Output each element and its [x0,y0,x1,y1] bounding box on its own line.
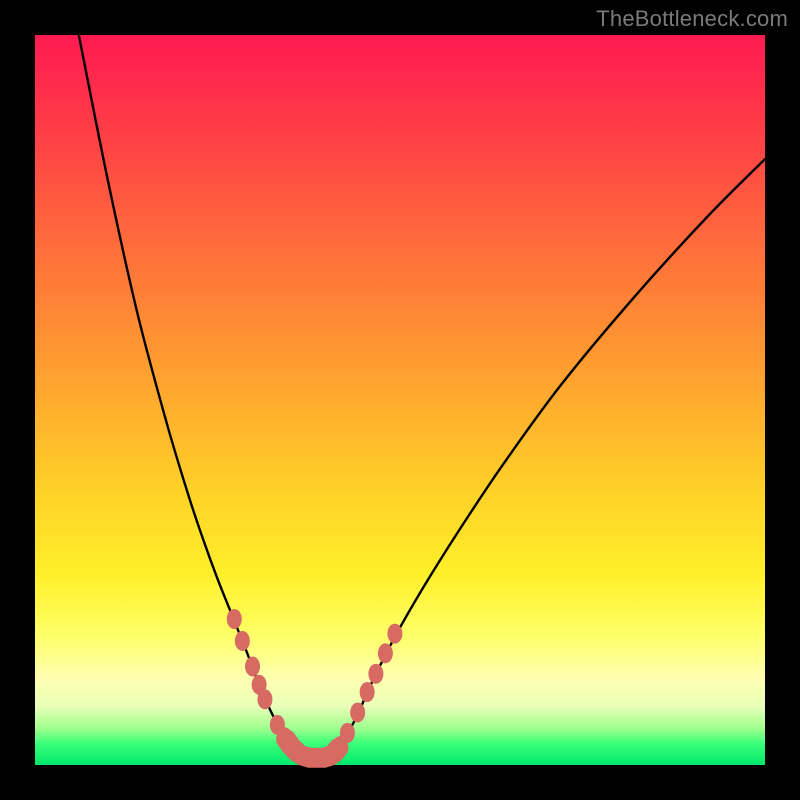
highlight-dot [245,656,260,676]
left-branch-line [79,35,298,758]
curve-svg [35,35,765,765]
highlight-dot [387,624,402,644]
plot-area [35,35,765,765]
highlight-dot [360,682,375,702]
highlight-dot [257,689,272,709]
highlight-dot [350,702,365,722]
chart-frame: TheBottleneck.com [0,0,800,800]
highlight-dot [378,643,393,663]
right-branch-line [331,159,765,758]
highlight-dot [235,631,250,651]
highlight-dot [227,609,242,629]
watermark-text: TheBottleneck.com [596,6,788,32]
highlight-markers [227,609,403,770]
highlight-dot [340,723,355,743]
highlight-dot [368,664,383,684]
